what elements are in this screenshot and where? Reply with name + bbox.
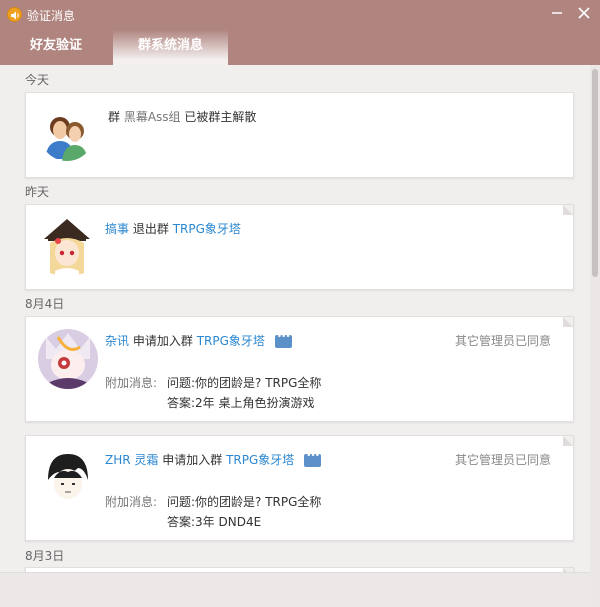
message-card[interactable]: ZHR 灵霜 申请加入群 TRPG象牙塔 其它管理员已同意 附加消息: 问题:你…: [25, 435, 574, 541]
message-text: ZHR 灵霜 申请加入群 TRPG象牙塔: [105, 451, 322, 468]
message-card[interactable]: 杂讯 申请加入群 TRPG象牙塔 其它管理员已同意 附加消息: 问题:你的团龄是…: [25, 316, 574, 422]
user-avatar[interactable]: [38, 217, 96, 277]
window-title: 验证消息: [27, 9, 76, 23]
question-text: 问题:你的团龄是? TRPG全称: [167, 376, 322, 390]
corner-fold: [563, 317, 573, 327]
group-link[interactable]: TRPG象牙塔: [173, 222, 241, 236]
question-text: 问题:你的团龄是? TRPG全称: [167, 495, 322, 509]
chat-bubble-icon[interactable]: [304, 451, 322, 467]
date-label-yesterday: 昨天: [25, 185, 50, 199]
user-link[interactable]: 搞事: [105, 222, 129, 236]
group-link[interactable]: TRPG象牙塔: [197, 334, 265, 348]
user-link[interactable]: 杂讯: [105, 334, 129, 348]
message-list: 今天 群 黑幕Ass组 已被群主解散 昨天 搞事 退出群 TRPG象牙塔 8月4…: [0, 65, 590, 572]
group-avatar: [40, 107, 94, 161]
corner-fold: [563, 436, 573, 446]
user-link[interactable]: ZHR 灵霜: [105, 453, 158, 467]
user-avatar[interactable]: [38, 329, 98, 389]
user-avatar[interactable]: [38, 448, 98, 508]
date-label-aug4: 8月4日: [25, 297, 65, 311]
tab-group-system-messages[interactable]: 群系统消息: [113, 30, 228, 65]
message-text: 群 黑幕Ass组 已被群主解散: [108, 110, 257, 124]
message-text: 杂讯 申请加入群 TRPG象牙塔: [105, 332, 292, 349]
answer-text: 答案:3年 DND4E: [167, 515, 262, 529]
answer-text: 答案:2年 桌上角色扮演游戏: [167, 396, 315, 410]
status-text: 其它管理员已同意: [454, 334, 551, 348]
vertical-scrollbar[interactable]: [590, 65, 600, 607]
group-name: 黑幕Ass组: [123, 110, 181, 124]
extra-message-label: 附加消息:: [105, 376, 158, 390]
scroll-thumb[interactable]: [592, 69, 598, 277]
chat-bubble-icon[interactable]: [274, 332, 292, 348]
corner-fold: [563, 205, 573, 215]
speaker-icon: [7, 7, 22, 22]
message-card[interactable]: 群 黑幕Ass组 已被群主解散: [25, 92, 574, 178]
tab-bar: 好友验证 群系统消息: [0, 30, 600, 65]
minimize-icon[interactable]: [548, 6, 566, 24]
message-card[interactable]: 搞事 退出群 TRPG象牙塔: [25, 204, 574, 290]
status-text: 其它管理员已同意: [454, 453, 551, 467]
close-icon[interactable]: [575, 6, 593, 24]
bottom-bar: [0, 572, 590, 607]
message-text: 搞事 退出群 TRPG象牙塔: [105, 222, 241, 236]
date-label-aug3: 8月3日: [25, 549, 65, 563]
title-bar: 验证消息: [0, 0, 600, 30]
extra-message-label: 附加消息:: [105, 495, 158, 509]
tab-friend-verification[interactable]: 好友验证: [0, 30, 112, 65]
group-link[interactable]: TRPG象牙塔: [226, 453, 294, 467]
date-label-today: 今天: [25, 73, 50, 87]
